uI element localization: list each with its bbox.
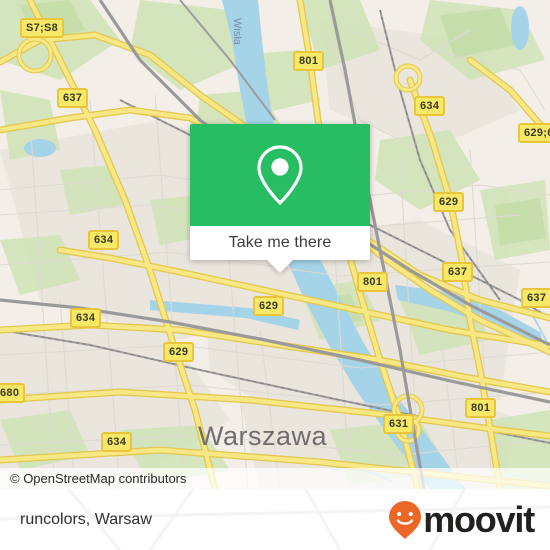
road-shield: 629 bbox=[163, 342, 195, 362]
road-shield: 634 bbox=[414, 96, 446, 116]
road-shield: S7;S8 bbox=[20, 18, 65, 38]
road-shield: 801 bbox=[465, 398, 497, 418]
place-popup-icon-area bbox=[190, 124, 370, 226]
map-attribution[interactable]: © OpenStreetMap contributors bbox=[0, 468, 550, 489]
place-popup-card[interactable]: Take me there bbox=[190, 124, 370, 273]
road-shield: 629 bbox=[433, 192, 465, 212]
take-me-there-button[interactable]: Take me there bbox=[190, 226, 370, 260]
road-shield: 637 bbox=[521, 288, 550, 308]
road-shield: 637 bbox=[57, 88, 89, 108]
map-canvas[interactable]: Wisła Warszawa S7;S8 801 634 629;6 637 629 634… bbox=[0, 0, 550, 489]
footer-bar: runcolors, Warsaw moovit bbox=[0, 489, 550, 550]
road-shield: 680 bbox=[0, 383, 26, 403]
road-shield: 634 bbox=[101, 432, 133, 452]
road-shield: 629 bbox=[253, 296, 285, 316]
road-shield: 634 bbox=[70, 308, 102, 328]
moovit-wordmark: moovit bbox=[423, 498, 535, 540]
popup-pointer-tail bbox=[266, 259, 294, 273]
moovit-logo[interactable]: moovit bbox=[388, 498, 535, 540]
take-me-there-label: Take me there bbox=[228, 234, 332, 251]
map-pin-icon bbox=[257, 145, 303, 206]
road-shield: 637 bbox=[442, 262, 474, 282]
map-river-label: Wisła bbox=[231, 18, 243, 45]
road-shield: 801 bbox=[293, 51, 325, 71]
road-shield: 634 bbox=[88, 230, 120, 250]
moovit-place-map-screen: Wisła Warszawa S7;S8 801 634 629;6 637 629 634… bbox=[0, 0, 550, 550]
place-title: runcolors, Warsaw bbox=[20, 510, 152, 528]
road-shield: 801 bbox=[357, 272, 389, 292]
road-shield: 631 bbox=[383, 414, 415, 434]
road-shield: 629;6 bbox=[518, 123, 550, 143]
map-city-label: Warszawa bbox=[198, 421, 328, 451]
moovit-smiley-pin-icon bbox=[389, 500, 422, 539]
